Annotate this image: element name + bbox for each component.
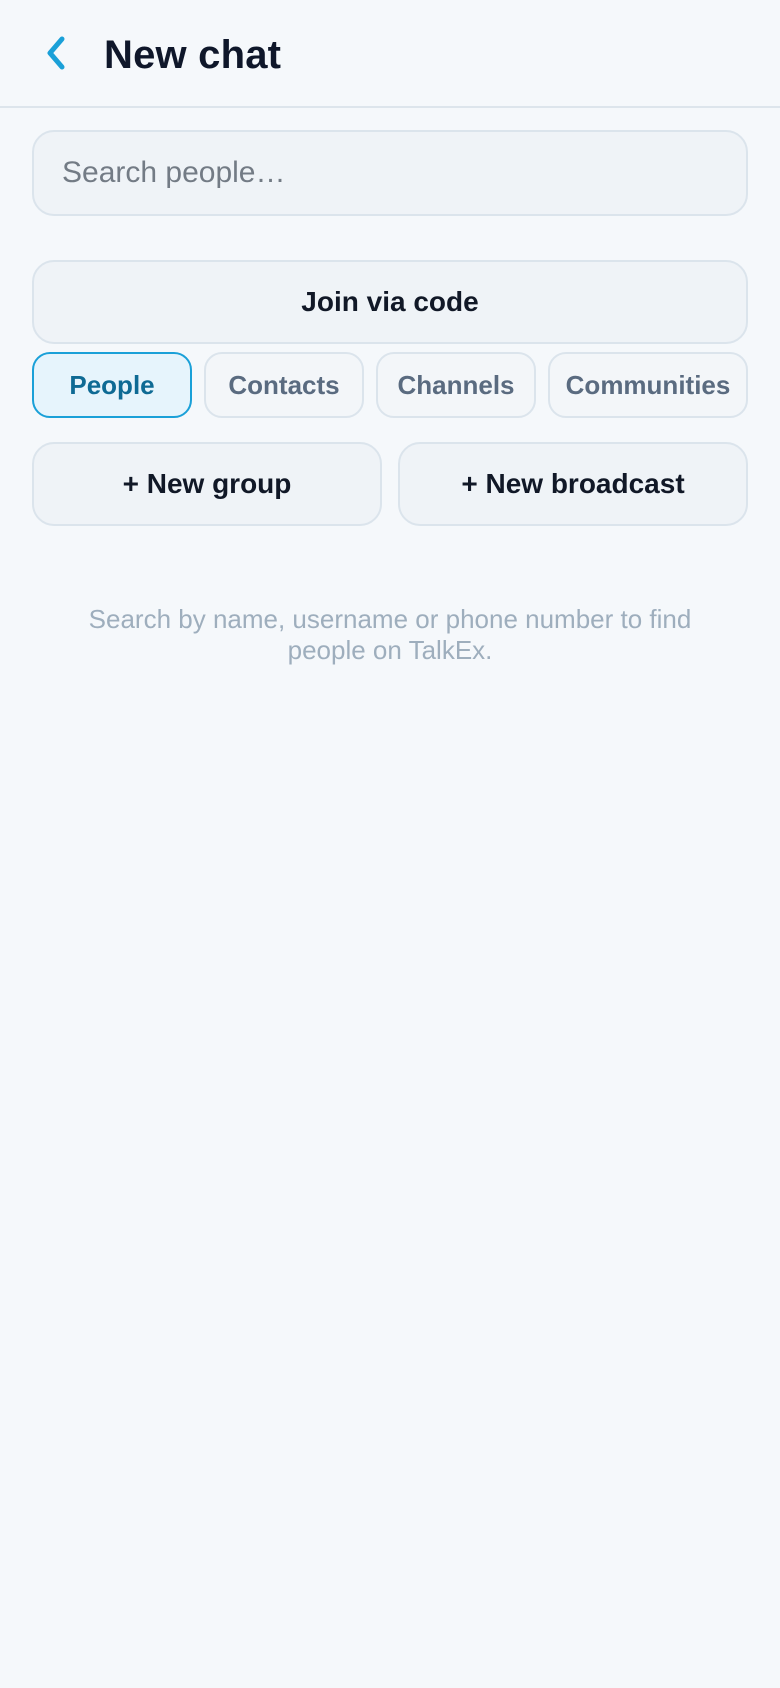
tab-communities[interactable]: Communities [548, 352, 748, 418]
back-button[interactable] [30, 24, 80, 82]
app-header: New chat [0, 0, 780, 108]
search-input[interactable] [32, 130, 748, 216]
page-title: New chat [104, 33, 282, 77]
join-via-code-button[interactable]: Join via code [32, 260, 748, 344]
tab-people[interactable]: People [32, 352, 192, 418]
chevron-left-icon [47, 36, 65, 70]
new-broadcast-button[interactable]: + New broadcast [398, 442, 748, 526]
new-group-button[interactable]: + New group [32, 442, 382, 526]
empty-state-hint: Search by name, username or phone number… [88, 604, 692, 665]
tab-contacts[interactable]: Contacts [204, 352, 364, 418]
tab-channels[interactable]: Channels [376, 352, 536, 418]
